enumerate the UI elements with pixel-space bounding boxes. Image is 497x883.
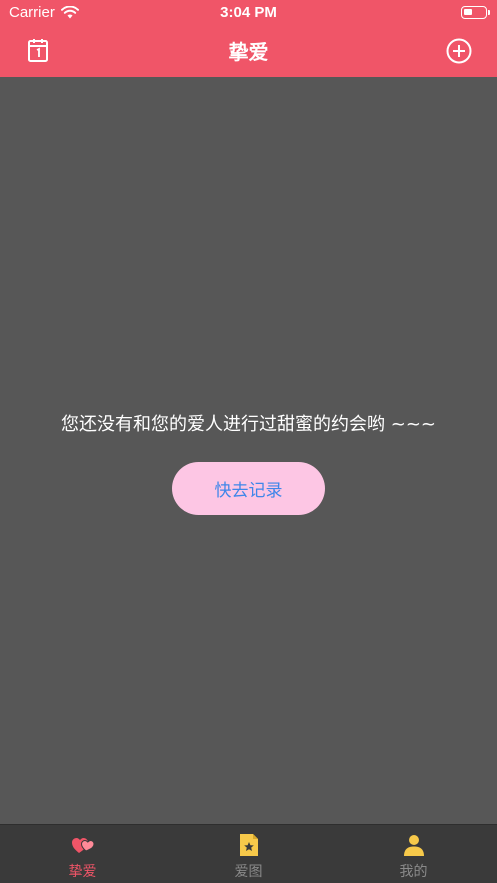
- plus-circle-icon: [446, 38, 472, 64]
- tab-profile[interactable]: 我的: [331, 825, 496, 883]
- empty-state-message: 您还没有和您的爱人进行过甜蜜的约会哟 ~~~: [61, 414, 436, 435]
- photo-star-icon: [239, 834, 258, 856]
- add-button[interactable]: [446, 38, 472, 64]
- status-time: 3:04 PM: [220, 4, 277, 21]
- page-title: 挚爱: [228, 40, 269, 64]
- status-bar: Carrier 3:04 PM: [0, 0, 497, 26]
- person-icon: [403, 835, 424, 856]
- header: Carrier 3:04 PM 挚爱: [0, 0, 497, 77]
- tab-label: 挚爱: [68, 864, 97, 880]
- record-button[interactable]: 快去记录: [172, 462, 325, 515]
- tab-label: 我的: [399, 864, 428, 880]
- tab-label: 爱图: [234, 864, 263, 880]
- tab-bar: 挚爱 爱图 我的: [0, 824, 497, 883]
- tab-photos[interactable]: 爱图: [166, 825, 331, 883]
- battery-icon: [461, 6, 490, 19]
- hearts-icon: [71, 838, 95, 853]
- tab-love[interactable]: 挚爱: [0, 825, 165, 883]
